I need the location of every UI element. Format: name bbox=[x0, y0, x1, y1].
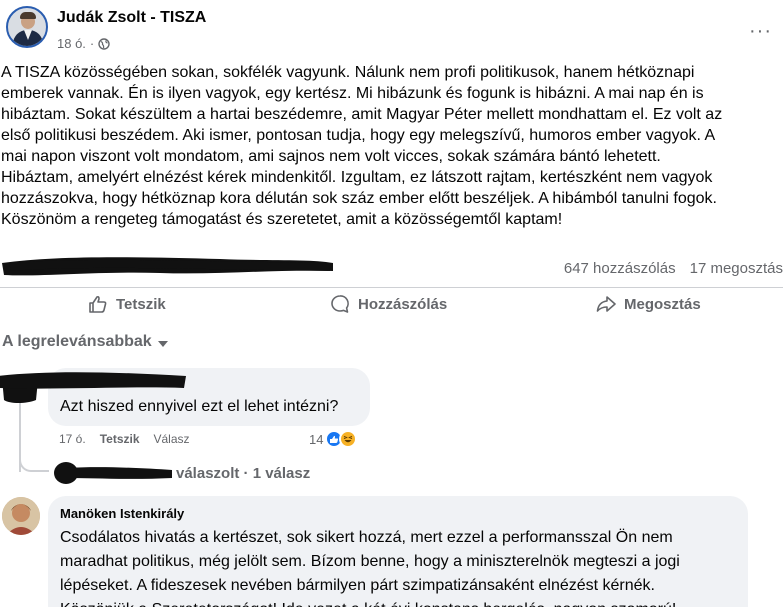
share-button[interactable]: Megosztás bbox=[596, 294, 701, 314]
thread-connector bbox=[19, 450, 49, 472]
comment-bubble: Manöken Istenkirály Csodálatos hivatás a… bbox=[48, 496, 748, 607]
haha-reaction-icon bbox=[339, 430, 358, 448]
shares-count[interactable]: 17 megosztás bbox=[690, 260, 783, 277]
more-options-icon[interactable]: ··· bbox=[749, 20, 772, 43]
comment-author[interactable]: Manöken Istenkirály bbox=[60, 506, 184, 521]
comment-meta: 17 ó. Tetszik Válasz bbox=[59, 432, 190, 446]
comment-button[interactable]: Hozzászólás bbox=[330, 294, 447, 314]
thumbs-up-icon bbox=[89, 295, 107, 313]
post-text-line: Hibáztam, amelyért elnézést kérek minden… bbox=[1, 169, 713, 186]
redaction-scribble bbox=[0, 372, 186, 389]
comment-text: Csodálatos hivatás a kertészet, sok sike… bbox=[60, 526, 740, 607]
redaction-scribble bbox=[54, 462, 172, 484]
post-text-line: első politikusi beszédem. Aki ismer, pon… bbox=[1, 127, 716, 144]
comment-label: Hozzászólás bbox=[358, 295, 448, 313]
like-button[interactable]: Tetszik bbox=[88, 294, 166, 314]
author-avatar[interactable] bbox=[6, 6, 48, 48]
comments-count[interactable]: 647 hozzászólás bbox=[564, 260, 676, 277]
view-replies-link[interactable]: válaszolt · 1 válasz bbox=[52, 460, 352, 486]
post-header: Judák Zsolt - TISZA 18 ó. · ··· bbox=[6, 6, 776, 54]
post-text-line: A TISZA közösségében sokan, sokfélék vag… bbox=[1, 64, 695, 81]
meta-separator: · bbox=[89, 36, 95, 51]
comment-text-line: Csodálatos hivatás a kertészet, sok sike… bbox=[60, 529, 673, 546]
post-text-line: hozzászokva, hogy hétköznap kora délután… bbox=[1, 190, 717, 207]
comment-text: Azt hiszed ennyivel ezt el lehet intézni… bbox=[60, 398, 339, 415]
comment-like-button[interactable]: Tetszik bbox=[100, 432, 140, 446]
comment-bubble: Azt hiszed ennyivel ezt el lehet intézni… bbox=[0, 368, 370, 426]
share-arrow-icon bbox=[596, 296, 616, 312]
sort-label: A legrelevánsabbak bbox=[2, 333, 152, 350]
caret-down-icon bbox=[157, 340, 168, 347]
comment-text-line: lépéseket. A fideszesek nevében bármilye… bbox=[60, 577, 655, 594]
post-body: A TISZA közösségében sokan, sokfélék vag… bbox=[1, 62, 781, 230]
post-text-line: mai napon viszont volt mondatom, ami saj… bbox=[1, 148, 661, 165]
post-author-name[interactable]: Judák Zsolt - TISZA bbox=[57, 9, 206, 27]
post-text-line: hibáztam. Sokat készültem a hartai beszé… bbox=[1, 106, 723, 123]
comment-reply-button[interactable]: Válasz bbox=[154, 432, 190, 446]
redaction-scribble bbox=[2, 257, 333, 276]
comment-sort-dropdown[interactable]: A legrelevánsabbak bbox=[2, 333, 168, 351]
post-counts: 647 hozzászólás 17 megosztás bbox=[564, 260, 783, 277]
commenter-avatar[interactable] bbox=[2, 497, 40, 535]
globe-icon bbox=[98, 37, 110, 50]
post-text-line: Köszönöm a rengeteg támogatást és szeret… bbox=[1, 211, 563, 228]
post-text-line: emberek vannak. Én is ilyen vagyok, egy … bbox=[1, 85, 704, 102]
post-meta: 18 ó. · bbox=[57, 36, 110, 51]
reaction-count: 14 bbox=[309, 431, 324, 447]
replies-label: válaszolt · 1 válasz bbox=[176, 465, 311, 482]
post-action-bar: Tetszik Hozzászólás Megosztás bbox=[0, 287, 783, 321]
comment-text-line: Köszönjük a Szeretetországot! Ide vezet … bbox=[60, 598, 740, 607]
share-label: Megosztás bbox=[624, 295, 701, 313]
comment-reactions[interactable]: 14 bbox=[309, 430, 358, 448]
comment-time[interactable]: 17 ó. bbox=[59, 432, 86, 446]
comment-text-line: maradhat politikus, még jelölt sem. Bízo… bbox=[60, 553, 680, 570]
comment-bubble-icon bbox=[331, 295, 349, 313]
post-time[interactable]: 18 ó. bbox=[57, 36, 86, 51]
like-label: Tetszik bbox=[116, 295, 166, 313]
